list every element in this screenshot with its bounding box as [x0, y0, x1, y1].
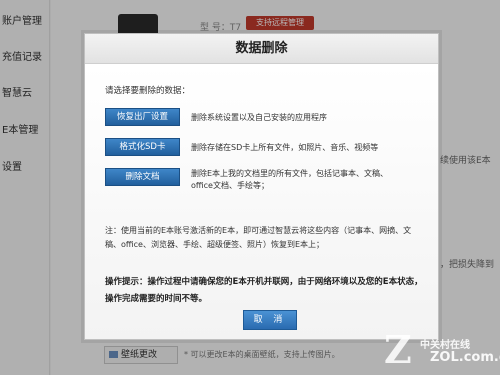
operation-tips: 操作提示：操作过程中请确保您的E本开机并联网，由于网络环境以及您的E本状态，操作…	[105, 277, 423, 304]
cancel-button[interactable]: 取 消	[243, 310, 297, 330]
dialog-prompt: 请选择要删除的数据：	[105, 86, 191, 96]
restore-note: 注：使用当前的E本账号激活新的E本，即可通过智慧云将这些内容（记事本、网摘、文稿…	[105, 226, 412, 249]
watermark-brand: 中关村在线	[420, 340, 470, 351]
delete-documents-description: 删除E本上我的文档里的所有文件，包括记事本、文稿、office文档、手绘等；	[191, 169, 389, 190]
zol-logo-icon: Z	[384, 327, 412, 372]
data-delete-dialog: 数据删除 请选择要删除的数据： 恢复出厂设置 删除系统设置以及自己安装的应用程序…	[84, 33, 439, 340]
dialog-title: 数据删除	[235, 41, 288, 56]
zol-watermark: Z 中关村在线 ZOL.com.cn	[384, 327, 500, 372]
dialog-header: 数据删除	[85, 34, 438, 64]
delete-documents-button[interactable]: 删除文档	[105, 168, 180, 186]
watermark-domain: ZOL.com.cn	[430, 350, 500, 365]
factory-reset-button[interactable]: 恢复出厂设置	[105, 108, 180, 126]
format-sd-description: 删除存储在SD卡上所有文件，如照片、音乐、视频等	[191, 143, 379, 152]
format-sd-button[interactable]: 格式化SD卡	[105, 138, 180, 156]
factory-reset-description: 删除系统设置以及自己安装的应用程序	[191, 113, 327, 122]
